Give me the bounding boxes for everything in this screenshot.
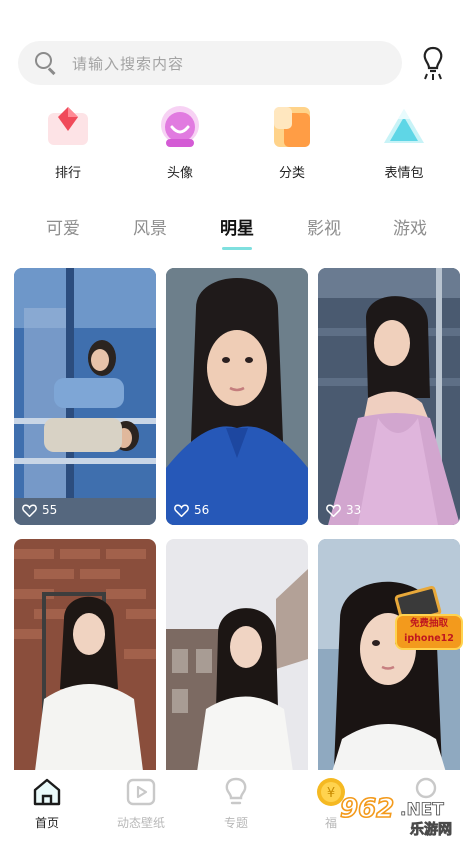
category-ranking[interactable]: 排行 (28, 103, 108, 181)
like-count: 33 (326, 503, 361, 517)
category-row: 排行 头像 分类 表情包 (0, 103, 473, 183)
promo-line2: iphone12 (404, 633, 454, 644)
sticker-icon (380, 103, 428, 151)
search-row: 请输入搜索内容 (18, 41, 458, 87)
search-icon (35, 52, 57, 75)
heart-icon (326, 503, 341, 517)
like-count: 56 (174, 503, 209, 517)
like-count: 55 (22, 503, 57, 517)
wallpaper-image (14, 268, 156, 525)
home-icon (31, 776, 63, 808)
tab-bar: 可爱 风景 明星 影视 游戏 (0, 214, 473, 254)
wallpaper-image (14, 539, 156, 779)
tab-games[interactable]: 游戏 (380, 214, 440, 239)
wallpaper-card[interactable]: 55 (14, 268, 156, 525)
wallpaper-image (166, 539, 308, 779)
play-icon (125, 776, 157, 808)
like-count-value: 56 (194, 503, 210, 517)
tab-cute[interactable]: 可爱 (33, 214, 93, 239)
wallpaper-image (318, 268, 460, 525)
search-input[interactable]: 请输入搜索内容 (18, 41, 402, 85)
category-icon (268, 103, 316, 151)
heart-icon (174, 503, 189, 517)
promo-badge[interactable]: 免费抽取 iphone12 (393, 585, 465, 656)
nav-live-wallpaper[interactable]: 动态壁纸 (96, 776, 186, 831)
svg-text:乐游网: 乐游网 (410, 821, 452, 837)
lightbulb-icon[interactable] (421, 44, 445, 82)
wallpaper-card[interactable] (14, 539, 156, 779)
wallpaper-card[interactable] (318, 539, 460, 779)
category-label: 排行 (54, 166, 81, 181)
category-label: 表情包 (384, 166, 424, 181)
category-label: 分类 (278, 166, 305, 181)
like-count-value: 55 (42, 503, 58, 517)
category-label: 头像 (166, 166, 193, 181)
nav-label: 专题 (223, 816, 248, 830)
heart-icon (22, 503, 37, 517)
ranking-icon (44, 103, 92, 151)
nav-home[interactable]: 首页 (2, 776, 92, 831)
promo-line1: 免费抽取 (409, 618, 448, 629)
nav-label: 首页 (34, 816, 59, 830)
category-sticker[interactable]: 表情包 (364, 103, 444, 181)
wallpaper-card[interactable] (166, 539, 308, 779)
nav-topics[interactable]: 专题 (191, 776, 281, 831)
category-avatar[interactable]: 头像 (140, 103, 220, 181)
wallpaper-card[interactable]: 56 (166, 268, 308, 525)
svg-text:962: 962 (340, 794, 394, 824)
wallpaper-image (166, 268, 308, 525)
nav-label: 动态壁纸 (116, 816, 165, 830)
svg-text:.NET: .NET (400, 800, 444, 820)
search-placeholder: 请输入搜索内容 (72, 54, 185, 73)
tab-scenery[interactable]: 风景 (120, 214, 180, 239)
wallpaper-image (318, 539, 460, 779)
wallpaper-card[interactable]: 33 (318, 268, 460, 525)
promo-label: 免费抽取 iphone12 (395, 614, 463, 650)
like-count-value: 33 (346, 503, 362, 517)
site-watermark-logo: 962 .NET 乐游网 (339, 793, 452, 837)
tab-stars[interactable]: 明星 (207, 214, 267, 239)
avatar-icon (156, 103, 204, 151)
tab-active-indicator (222, 247, 252, 250)
category-classify[interactable]: 分类 (252, 103, 332, 181)
tab-film[interactable]: 影视 (294, 214, 354, 239)
bulb-icon (220, 776, 252, 808)
